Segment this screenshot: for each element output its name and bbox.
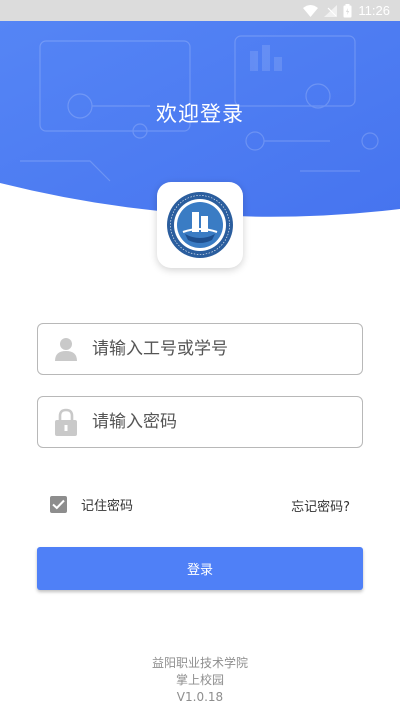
school-logo bbox=[157, 182, 243, 268]
check-icon bbox=[52, 499, 65, 510]
status-time: 11:26 bbox=[358, 3, 390, 18]
remember-label: 记住密码 bbox=[81, 499, 134, 514]
forgot-password-link[interactable]: 忘记密码? bbox=[291, 496, 350, 515]
lock-icon bbox=[54, 408, 78, 436]
signal-icon bbox=[324, 4, 338, 17]
username-input[interactable] bbox=[92, 324, 362, 374]
username-field[interactable] bbox=[37, 323, 363, 375]
remember-checkbox[interactable] bbox=[50, 496, 67, 513]
remember-password[interactable]: 记住密码 bbox=[50, 495, 133, 514]
password-field[interactable] bbox=[37, 396, 363, 448]
status-bar: 11:26 bbox=[0, 0, 400, 21]
user-icon bbox=[54, 335, 78, 363]
login-button[interactable]: 登录 bbox=[37, 547, 363, 590]
school-emblem-icon bbox=[167, 192, 233, 258]
footer-app-name: 掌上校园 bbox=[175, 673, 224, 687]
footer-version: V1.0.18 bbox=[176, 690, 224, 704]
password-input[interactable] bbox=[92, 397, 362, 447]
footer-school-name: 益阳职业技术学院 bbox=[151, 656, 248, 670]
wifi-icon bbox=[303, 4, 319, 17]
page-title: 欢迎登录 bbox=[156, 102, 244, 126]
battery-icon bbox=[343, 3, 352, 17]
footer: 益阳职业技术学院 掌上校园 V1.0.18 bbox=[0, 655, 400, 706]
